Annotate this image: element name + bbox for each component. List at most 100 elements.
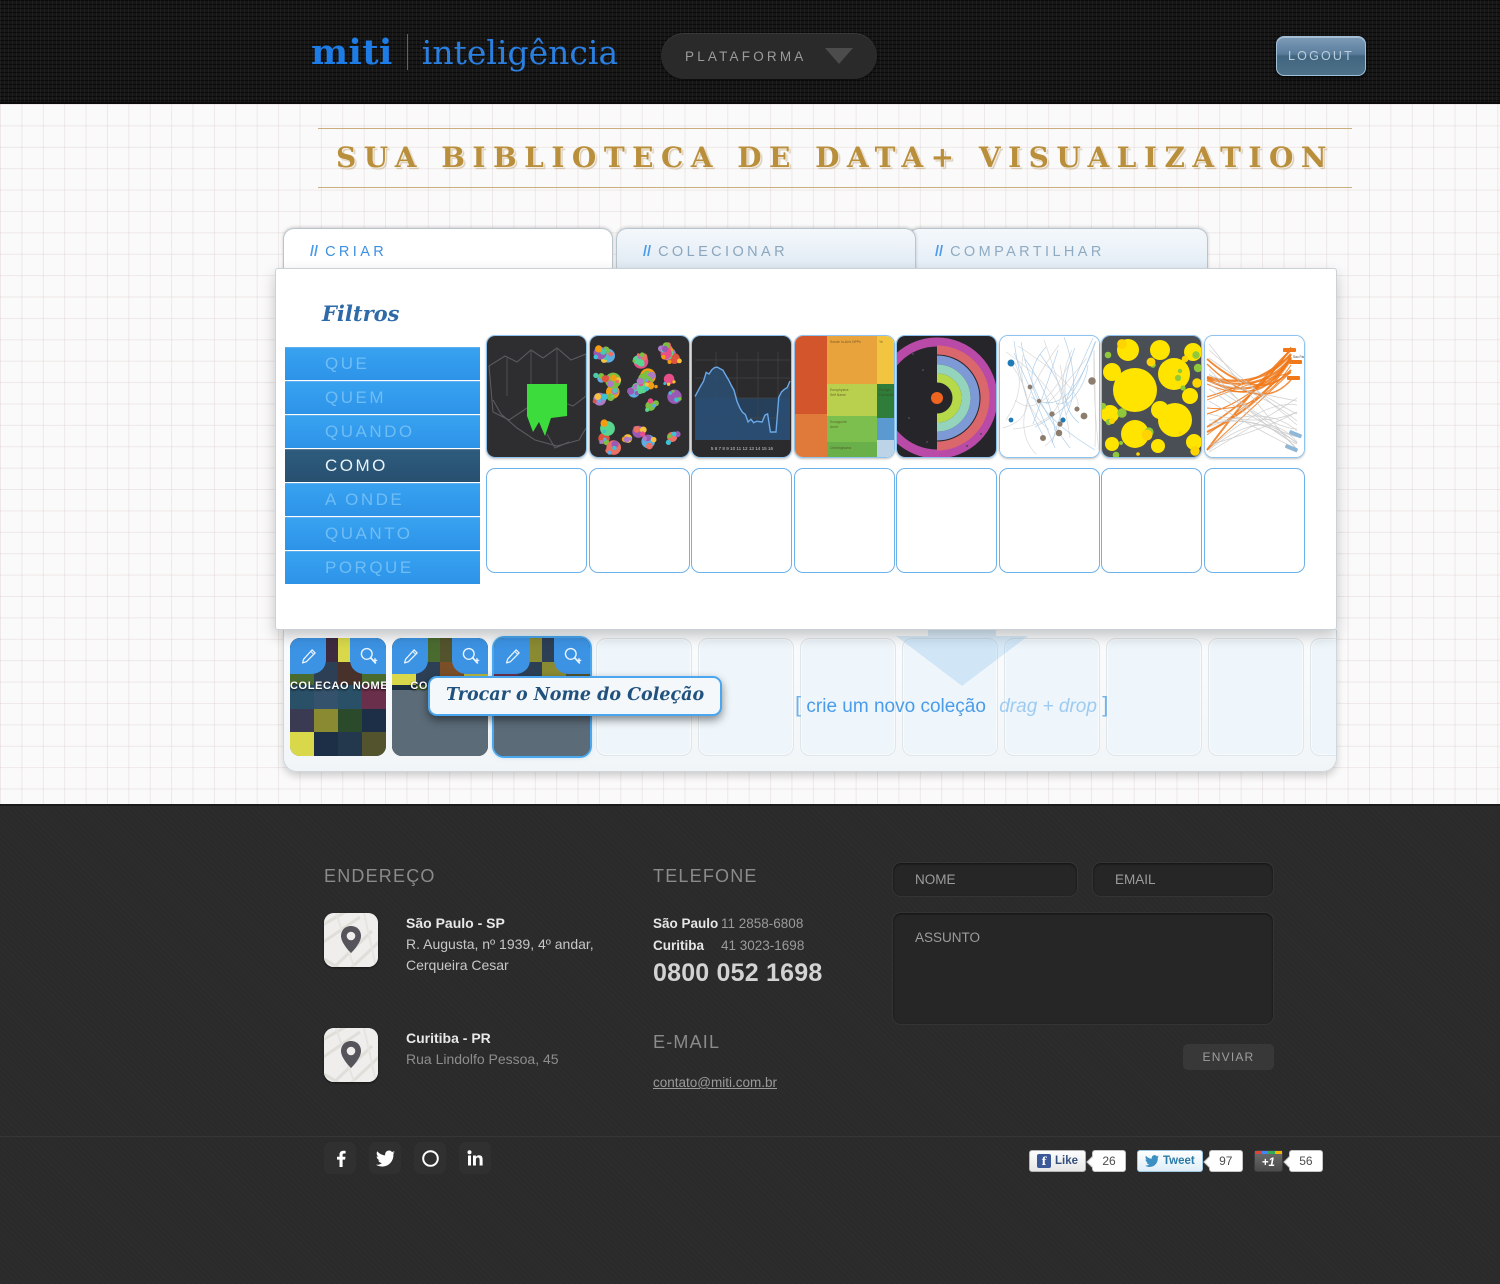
svg-text:5 6 7 8 9 10 11 12 13 14 15 16: 5 6 7 8 9 10 11 12 13 14 15 16: [711, 446, 774, 451]
twitter-icon: [1145, 1155, 1160, 1167]
thumbnail-circle-packing-yellow[interactable]: [1101, 335, 1202, 458]
svg-text:Cherlinghuma: Cherlinghuma: [830, 446, 851, 450]
pencil-icon[interactable]: [290, 638, 326, 674]
tab-criar-label: CRIAR: [325, 243, 388, 260]
phone-heading: TELEFONE: [653, 866, 758, 886]
thumbnail-empty-slot[interactable]: [896, 468, 997, 573]
thumbnail-bubble-cluster-chart[interactable]: [588, 335, 690, 458]
facebook-icon[interactable]: [324, 1142, 356, 1174]
footer-divider: [0, 1136, 1500, 1137]
linkedin-icon[interactable]: [459, 1142, 491, 1174]
pencil-icon[interactable]: [494, 638, 530, 674]
address-line-1: Rua Lindolfo Pessoa, 45: [406, 1051, 559, 1067]
facebook-icon: f: [1037, 1154, 1051, 1168]
filter-item-label: QUEM: [325, 388, 386, 407]
thumbnail-network-arc-graph[interactable]: [998, 335, 1100, 458]
logo-main-text: miti: [311, 32, 393, 73]
site-logo[interactable]: miti inteligência: [311, 28, 618, 73]
address-text-sao-paulo: São Paulo - SP R. Augusta, nº 1939, 4º a…: [406, 913, 594, 976]
tagline-rule-bottom: [318, 187, 1352, 188]
filter-item-porque[interactable]: PORQUE: [285, 551, 480, 584]
svg-text:Convection: Convection: [879, 393, 895, 397]
chevron-down-icon: [825, 48, 853, 64]
thumbnail-treemap-chart[interactable]: Sonde In-Air's NPPs Ye Europhysics Self Na…: [793, 335, 895, 458]
thumbnail-radial-sunburst-chart[interactable]: [896, 335, 997, 458]
facebook-like-label: Like: [1055, 1155, 1079, 1167]
address-line-1: R. Augusta, nº 1939, 4º andar,: [406, 936, 594, 952]
filter-item-label: PORQUE: [325, 558, 414, 577]
twitter-icon[interactable]: [369, 1142, 401, 1174]
magnifier-plus-icon[interactable]: [452, 638, 488, 674]
tab-slash-icon: //: [935, 243, 944, 260]
thumbnail-choropleth-map-australia[interactable]: [486, 335, 587, 458]
phone-number: 11 2858-6808: [721, 916, 804, 931]
contact-form: ENVIAR: [892, 862, 1274, 1070]
google-plus-count: 56: [1288, 1150, 1323, 1172]
thumbnail-empty-slot[interactable]: [1101, 468, 1202, 573]
email-field[interactable]: [1092, 862, 1274, 897]
filter-item-quem[interactable]: QUEM: [285, 381, 480, 414]
phone-row-sao-paulo: São Paulo 11 2858-6808: [653, 913, 893, 935]
svg-text:Europhysics: Europhysics: [830, 388, 849, 392]
magnifier-plus-icon[interactable]: [554, 638, 590, 674]
magnifier-plus-icon[interactable]: [350, 638, 386, 674]
filter-item-que[interactable]: QUE: [285, 347, 480, 380]
tab-slash-icon: //: [310, 243, 319, 260]
filter-item-quanto[interactable]: QUANTO: [285, 517, 480, 550]
circle-icon[interactable]: [414, 1142, 446, 1174]
collection-empty-slot[interactable]: [1106, 638, 1202, 756]
google-plus-label: +1: [1261, 1156, 1275, 1169]
svg-text:Euregio: Euregio: [879, 388, 891, 392]
email-heading: E-MAIL: [653, 1032, 721, 1052]
collection-empty-slot[interactable]: [1004, 638, 1100, 756]
subject-field[interactable]: [892, 912, 1274, 1025]
thumbnail-empty-slot[interactable]: [1203, 468, 1305, 573]
thumbnail-empty-slot[interactable]: [486, 468, 587, 573]
collection-empty-slot[interactable]: [1208, 638, 1304, 756]
top-navigation-bar: miti inteligência PLATAFORMA LOGOUT: [0, 0, 1500, 104]
filter-item-quando[interactable]: QUANDO: [285, 415, 480, 448]
logout-button-label: LOGOUT: [1288, 49, 1354, 63]
social-share-buttons: f Like 26 Tweet 97 +1 56: [1029, 1150, 1323, 1172]
contact-email-link[interactable]: contato@miti.com.br: [653, 1075, 777, 1090]
filter-item-label: QUANDO: [325, 422, 415, 441]
filter-item-label: A ONDE: [325, 490, 405, 509]
filter-item-a-onde[interactable]: A ONDE: [285, 483, 480, 516]
thumbnail-area-line-chart[interactable]: 5 6 7 8 9 10 11 12 13 14 15 16: [691, 335, 792, 458]
thumbnail-empty-slot[interactable]: [588, 468, 690, 573]
svg-text:Ecuzguche: Ecuzguche: [830, 420, 847, 424]
thumbnail-empty-slot[interactable]: [793, 468, 895, 573]
address-city: Curitiba - PR: [406, 1030, 491, 1046]
thumbnail-grid: 5 6 7 8 9 10 11 12 13 14 15 16 Sonde In-…: [486, 335, 1326, 573]
platform-dropdown[interactable]: PLATAFORMA: [661, 33, 877, 79]
platform-dropdown-label: PLATAFORMA: [685, 48, 807, 64]
thumbnail-empty-slot[interactable]: [691, 468, 792, 573]
pencil-icon[interactable]: [392, 638, 428, 674]
collection-tile-name: COLECAO NOME: [290, 680, 386, 692]
phone-row-curitiba: Curitiba 41 3023-1698: [653, 935, 893, 957]
thumbnail-empty-slot[interactable]: [998, 468, 1100, 573]
tab-slash-icon: //: [643, 243, 652, 260]
thumbnail-chord-arc-diagram[interactable]: Sao Paulo: [1203, 335, 1305, 458]
phone-number: 41 3023-1698: [721, 938, 805, 953]
send-button[interactable]: ENVIAR: [1183, 1044, 1274, 1070]
filter-item-label: QUANTO: [325, 524, 413, 543]
google-plus-button[interactable]: +1 56: [1253, 1150, 1323, 1172]
facebook-like-button[interactable]: f Like 26: [1029, 1150, 1127, 1172]
collection-empty-slot[interactable]: [800, 638, 896, 756]
filter-item-label: QUE: [325, 354, 370, 373]
collection-tile[interactable]: COLECAO NOME: [290, 638, 386, 756]
filters-title: Filtros: [322, 301, 400, 326]
phone-city: São Paulo: [653, 916, 719, 931]
name-field[interactable]: [892, 862, 1078, 897]
filter-item-como[interactable]: COMO: [285, 449, 480, 482]
address-column: ENDEREÇO São Paulo - SP R. Augusta, nº 1…: [324, 866, 624, 1082]
collection-empty-slot[interactable]: [902, 638, 998, 756]
collection-empty-slot[interactable]: [1310, 638, 1336, 756]
phone-column: TELEFONE São Paulo 11 2858-6808 Curitiba…: [653, 866, 893, 1092]
thumbnail-row-filled: 5 6 7 8 9 10 11 12 13 14 15 16 Sonde In-…: [486, 335, 1326, 458]
map-pin-icon: [324, 913, 378, 967]
twitter-tweet-button[interactable]: Tweet 97: [1137, 1150, 1243, 1172]
page-tagline: SUA BIBLIOTECA DE DATA+ VISUALIZATION: [318, 128, 1352, 190]
logout-button[interactable]: LOGOUT: [1276, 36, 1366, 76]
